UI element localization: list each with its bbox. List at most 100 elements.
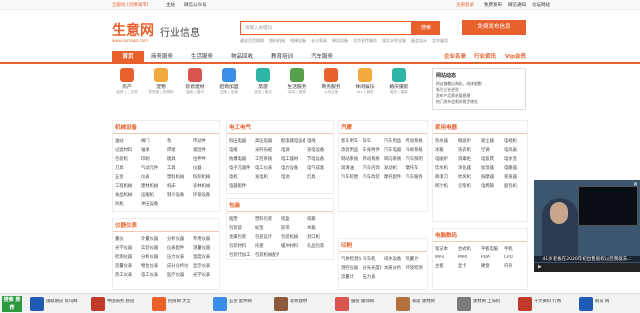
section-link[interactable]: 汽车照明 xyxy=(406,156,426,162)
play-icon[interactable]: ▶ xyxy=(534,263,640,272)
bottom-ad-item[interactable]: 五金 配件网 xyxy=(213,297,263,311)
section-link[interactable]: 包装机械配件 xyxy=(255,252,279,258)
category-paint[interactable]: 装修建材 装修 | 建材 xyxy=(180,68,210,95)
section-link[interactable]: 消毒柜 xyxy=(458,156,479,162)
publish-button[interactable]: 免费发布信息 xyxy=(462,20,526,35)
section-link[interactable]: 食品机械 xyxy=(115,192,139,198)
section-link[interactable]: 压缩机 xyxy=(141,192,165,198)
section-link[interactable]: 印刷 xyxy=(141,156,165,162)
section-link[interactable]: 测量仪器 xyxy=(193,245,217,251)
bottom-ad-item[interactable]: 期货 网 xyxy=(579,297,629,311)
main-site-link[interactable]: 主站 xyxy=(166,2,175,8)
section-link[interactable]: 专用仪器 xyxy=(193,236,217,242)
section-link[interactable]: 空调 xyxy=(481,147,502,153)
section-link[interactable]: 纺织机械 xyxy=(193,174,217,180)
bottom-ad-item[interactable]: 装修建材 xyxy=(274,297,324,311)
section-link[interactable]: 洗衣机 xyxy=(458,147,479,153)
section-link[interactable]: 成分分析仪 xyxy=(167,263,191,269)
section-link[interactable]: 电源 xyxy=(281,147,305,153)
section-link[interactable]: 标签 xyxy=(255,225,279,231)
bottom-brand[interactable]: 搜索 推荐 xyxy=(2,296,22,312)
hotword-link[interactable]: 通化百货购物 xyxy=(240,38,264,43)
section-link[interactable]: 汽车用品 xyxy=(384,138,404,144)
section-link[interactable]: PDA xyxy=(481,255,502,260)
side-video-ad[interactable]: ✕ 41岁老板在2020年初出售股权以后我就去... ▶ xyxy=(534,180,640,272)
section-link[interactable]: 笔记本 xyxy=(435,246,456,252)
section-link[interactable]: 硬盘 xyxy=(481,263,502,269)
section-link[interactable]: 台式机 xyxy=(458,246,479,252)
section-link[interactable]: 流量仪表 xyxy=(115,263,139,269)
section-title[interactable]: 电脑数码 xyxy=(433,229,527,242)
section-link[interactable]: 传动系统 xyxy=(406,138,426,144)
section-link[interactable]: MP3 xyxy=(435,255,456,260)
section-link[interactable]: 电饭煲 xyxy=(481,156,502,162)
section-link[interactable]: 冷冻机 xyxy=(363,256,383,262)
section-link[interactable]: 电线 xyxy=(307,138,331,144)
section-link[interactable]: 电缆 xyxy=(229,147,253,153)
section-link[interactable]: 发动机 xyxy=(384,165,404,171)
section-link[interactable]: 刀具 xyxy=(115,165,139,171)
section-link[interactable]: 紧固件 xyxy=(193,147,217,153)
section-link[interactable]: 塑料包装 xyxy=(255,216,279,222)
section-link[interactable]: 电磁炉 xyxy=(435,156,456,162)
hotword-link[interactable]: 北京宣传服务 xyxy=(353,38,377,43)
section-link[interactable]: 客车用车 xyxy=(341,138,361,144)
section-link[interactable]: 工程机械 xyxy=(115,183,139,189)
bottom-ad-item[interactable]: 中国商务 频道 xyxy=(91,297,141,311)
section-link[interactable]: 包装袋 xyxy=(229,225,253,231)
section-link[interactable]: 电工仪表 xyxy=(141,272,165,278)
section-link[interactable]: 显卡 xyxy=(458,263,479,269)
category-cup[interactable]: 休闲娱乐 ktv | 酒吧 xyxy=(350,68,380,95)
section-link[interactable]: 充电设备 xyxy=(307,147,331,153)
section-link[interactable]: 仪器 xyxy=(193,165,217,171)
section-link[interactable]: CPU xyxy=(504,255,525,260)
close-icon[interactable]: ✕ xyxy=(633,181,638,188)
section-link[interactable]: 榨汁机 xyxy=(435,183,456,189)
section-link[interactable]: 制动系统 xyxy=(341,156,361,162)
section-link[interactable]: 吸尘器 xyxy=(481,138,502,144)
nav-business[interactable]: 商务服务 xyxy=(146,51,178,64)
section-link[interactable]: 拉伸件 xyxy=(193,156,217,162)
section-link[interactable]: 车身附件 xyxy=(363,147,383,153)
section-link[interactable]: 改装用品 xyxy=(341,147,361,153)
section-link[interactable]: 摩托车 xyxy=(406,165,426,171)
hotword-link[interactable]: 电梯设备 xyxy=(290,38,306,43)
section-link[interactable]: 冲压设备 xyxy=(141,201,165,207)
section-link[interactable]: 高压电器 xyxy=(255,138,279,144)
category-handshake[interactable]: 招商加盟 招商 | 加盟 xyxy=(214,68,244,95)
section-link[interactable]: 包装机械 xyxy=(281,234,305,240)
section-link[interactable]: 焊接 xyxy=(167,147,191,153)
section-link[interactable]: 冷却系统 xyxy=(406,147,426,153)
section-title[interactable]: 家用电器 xyxy=(433,121,527,134)
section-link[interactable]: 豆浆机 xyxy=(458,183,479,189)
nav-home[interactable]: 首页 xyxy=(112,51,144,64)
section-link[interactable]: 物位仪表 xyxy=(141,263,165,269)
wechat-notify-link[interactable]: 微信通知 xyxy=(508,2,526,8)
section-link[interactable]: 传动系统 xyxy=(363,156,383,162)
section-link[interactable]: 电子元器件 xyxy=(229,165,253,171)
section-link[interactable]: 胶带 xyxy=(281,225,305,231)
section-link[interactable]: 排水设备 xyxy=(384,256,404,262)
section-link[interactable]: 电水壶 xyxy=(504,156,525,162)
section-link[interactable]: 汽车内饰 xyxy=(363,165,383,171)
bottom-ad-item[interactable]: 建材网 上海机 xyxy=(457,297,507,311)
section-link[interactable]: 压力仪表 xyxy=(167,254,191,260)
login-link[interactable]: 注册登录 xyxy=(456,2,474,8)
section-title[interactable]: 印刷 xyxy=(339,239,427,252)
section-link[interactable]: 配电输电设备 xyxy=(281,138,305,144)
section-link[interactable]: 量仪 xyxy=(115,236,139,242)
section-title[interactable]: 包装 xyxy=(227,199,333,212)
section-link[interactable]: 光纤光缆 xyxy=(255,147,279,153)
section-link[interactable]: 传动件 xyxy=(193,138,217,144)
city-switch-link[interactable]: 全部站 [切换城市] xyxy=(112,2,148,8)
section-link[interactable]: 剃须刀 xyxy=(435,174,456,180)
nav-recycle[interactable]: 物品回收 xyxy=(226,51,258,64)
section-link[interactable]: 礼品包装 xyxy=(307,243,331,249)
section-link[interactable]: 电机 xyxy=(229,174,253,180)
section-link[interactable]: 电暖器 xyxy=(504,165,525,171)
section-link[interactable]: 气体检测仪 xyxy=(341,256,361,262)
wechat-link[interactable]: 微信公众号 xyxy=(184,2,207,8)
section-link[interactable]: 显示仪表 xyxy=(193,263,217,269)
section-link[interactable]: 电烤箱 xyxy=(481,183,502,189)
section-link[interactable]: 轴承 xyxy=(141,147,165,153)
